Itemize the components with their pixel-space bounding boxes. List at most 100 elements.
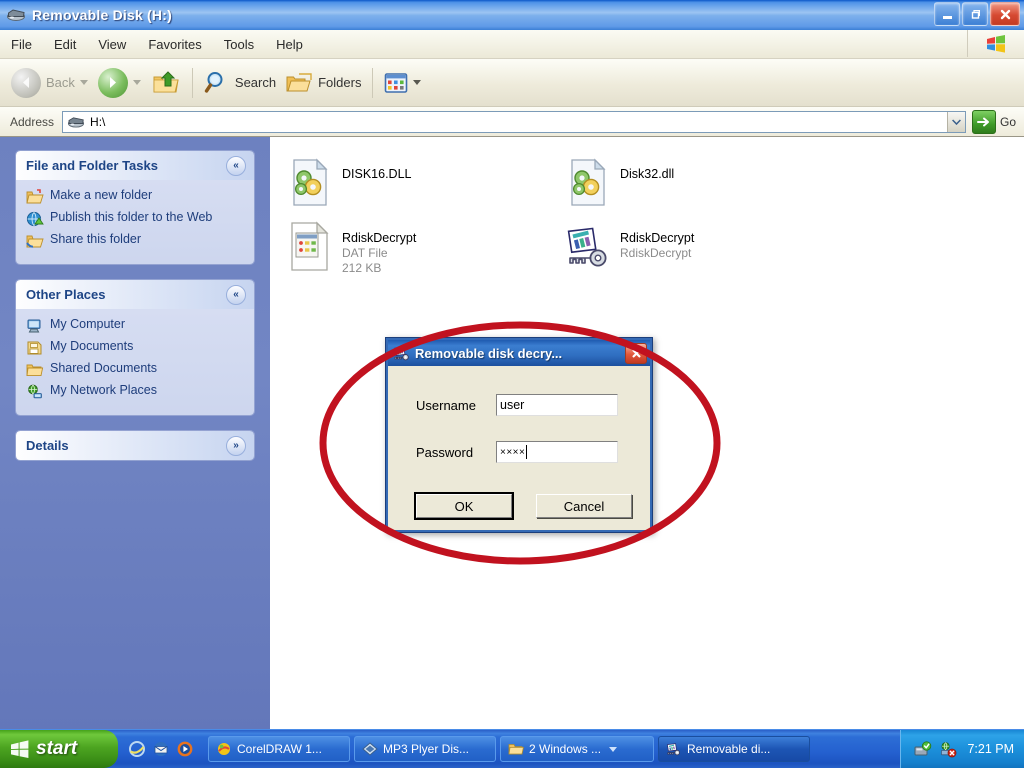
menu-item-favorites[interactable]: Favorites [138, 34, 211, 55]
chevron-up-icon[interactable]: « [226, 155, 246, 176]
up-folder-icon [151, 69, 181, 97]
network-error-icon[interactable] [938, 741, 957, 758]
chevron-down-icon[interactable]: » [226, 435, 246, 456]
task-button-removable-disk[interactable]: Removable di... [658, 736, 810, 762]
views-button[interactable] [379, 61, 426, 105]
cancel-button[interactable]: Cancel [536, 494, 632, 518]
menu-bar: File Edit View Favorites Tools Help [0, 30, 1024, 59]
menu-item-edit[interactable]: Edit [44, 34, 86, 55]
file-name: DISK16.DLL [342, 167, 412, 181]
address-dropdown-button[interactable] [946, 111, 965, 132]
dll-file-icon [562, 157, 614, 209]
address-bar: Address H:\ Go [0, 107, 1024, 137]
task-label: CorelDRAW 1... [237, 742, 322, 756]
rdiskdecrypt-app-icon [393, 345, 411, 361]
dat-file-icon [284, 221, 336, 273]
toolbar: Back Search Folders [0, 59, 1024, 107]
panel-header[interactable]: Other Places « [16, 280, 254, 309]
address-value: H:\ [90, 114, 106, 129]
chevron-down-icon[interactable] [413, 80, 422, 85]
removable-disk-decrypt-dialog[interactable]: Removable disk decry... Username user Pa… [385, 337, 653, 533]
panel-header[interactable]: Details » [16, 431, 254, 460]
go-button[interactable]: Go [971, 109, 1020, 134]
start-button[interactable]: start [0, 730, 118, 768]
forward-button[interactable] [93, 61, 146, 105]
sidebar-item-label: Make a new folder [50, 188, 153, 202]
sidebar-item-shared-documents[interactable]: Shared Documents [26, 361, 244, 378]
toolbar-separator [191, 67, 193, 98]
menu-item-tools[interactable]: Tools [214, 34, 264, 55]
menu-item-help[interactable]: Help [266, 34, 313, 55]
sidebar-item-label: My Documents [50, 339, 134, 353]
go-label: Go [999, 114, 1016, 129]
sidebar-item-publish-folder-to-web[interactable]: Publish this folder to the Web [26, 210, 244, 227]
folders-button[interactable]: Folders [281, 61, 366, 105]
folders-label: Folders [318, 75, 362, 90]
dialog-titlebar[interactable]: Removable disk decry... [388, 340, 650, 366]
task-button-mp3-player[interactable]: MP3 Plyer Dis... [354, 736, 496, 762]
file-item[interactable]: Disk32.dll [548, 151, 826, 215]
up-button[interactable] [146, 61, 186, 105]
share-folder-icon [26, 233, 44, 249]
file-item[interactable]: DISK16.DLL [270, 151, 548, 215]
sidebar-item-share-this-folder[interactable]: Share this folder [26, 232, 244, 249]
password-input[interactable]: ×××× [496, 441, 618, 463]
close-button[interactable] [990, 2, 1020, 26]
dialog-client-area: Username user Password ×××× OK Cancel [388, 366, 650, 530]
chevron-down-icon[interactable] [609, 746, 618, 752]
panel-other-places: Other Places « My Computer My Documents … [16, 280, 254, 415]
chevron-down-icon[interactable] [132, 80, 141, 85]
file-meta: Disk32.dll [620, 157, 674, 182]
taskbar: start CorelDRAW 1... MP3 Plyer Dis... 2 … [0, 729, 1024, 768]
task-label: Removable di... [687, 742, 771, 756]
sidebar-item-my-documents[interactable]: My Documents [26, 339, 244, 356]
new-folder-icon [26, 189, 44, 205]
sidebar-item-label: My Network Places [50, 383, 157, 397]
username-value: user [500, 398, 525, 412]
views-icon [384, 72, 408, 94]
username-row: Username user [416, 394, 618, 416]
sidebar-item-my-computer[interactable]: My Computer [26, 317, 244, 334]
internet-explorer-icon[interactable] [128, 740, 146, 758]
menu-item-view[interactable]: View [88, 34, 136, 55]
dialog-close-button[interactable] [625, 343, 647, 364]
sidebar-item-label: My Computer [50, 317, 126, 331]
window-controls [934, 2, 1020, 26]
file-meta: DISK16.DLL [342, 157, 411, 182]
my-computer-icon [26, 318, 44, 334]
panel-title: Other Places [26, 287, 106, 302]
task-button-coreldraw[interactable]: CorelDRAW 1... [208, 736, 350, 762]
task-button-windows-group[interactable]: 2 Windows ... [500, 736, 654, 762]
window-title: Removable Disk (H:) [32, 7, 172, 23]
chevron-up-icon[interactable]: « [226, 284, 246, 305]
chevron-down-icon[interactable] [79, 80, 88, 85]
clock[interactable]: 7:21 PM [967, 742, 1014, 756]
removable-disk-icon [67, 115, 85, 129]
menu-item-file[interactable]: File [1, 34, 42, 55]
file-type: DAT File [342, 246, 388, 260]
file-meta: RdiskDecrypt RdiskDecrypt [620, 221, 694, 261]
rdiskdecrypt-app-icon [666, 742, 682, 756]
media-player-icon[interactable] [176, 740, 194, 758]
file-item[interactable]: RdiskDecrypt DAT File 212 KB [270, 215, 548, 282]
outlook-express-icon[interactable] [152, 740, 170, 758]
maximize-button[interactable] [962, 2, 988, 26]
safely-remove-hardware-icon[interactable] [913, 740, 932, 758]
sidebar-item-make-new-folder[interactable]: Make a new folder [26, 188, 244, 205]
task-label: MP3 Plyer Dis... [383, 742, 470, 756]
file-item[interactable]: RdiskDecrypt RdiskDecrypt [548, 215, 826, 282]
search-button[interactable]: Search [199, 61, 281, 105]
password-label: Password [416, 444, 474, 460]
window-titlebar[interactable]: Removable Disk (H:) [0, 0, 1024, 30]
removable-disk-icon [6, 7, 26, 23]
address-input[interactable]: H:\ [62, 110, 966, 133]
sidebar-item-my-network-places[interactable]: My Network Places [26, 383, 244, 400]
ok-button[interactable]: OK [414, 492, 514, 520]
panel-header[interactable]: File and Folder Tasks « [16, 151, 254, 180]
back-button[interactable]: Back [6, 61, 93, 105]
password-value: ×××× [500, 446, 526, 458]
quick-launch-bar [118, 730, 204, 768]
minimize-button[interactable] [934, 2, 960, 26]
username-input[interactable]: user [496, 394, 618, 416]
forward-arrow-icon [97, 67, 128, 98]
